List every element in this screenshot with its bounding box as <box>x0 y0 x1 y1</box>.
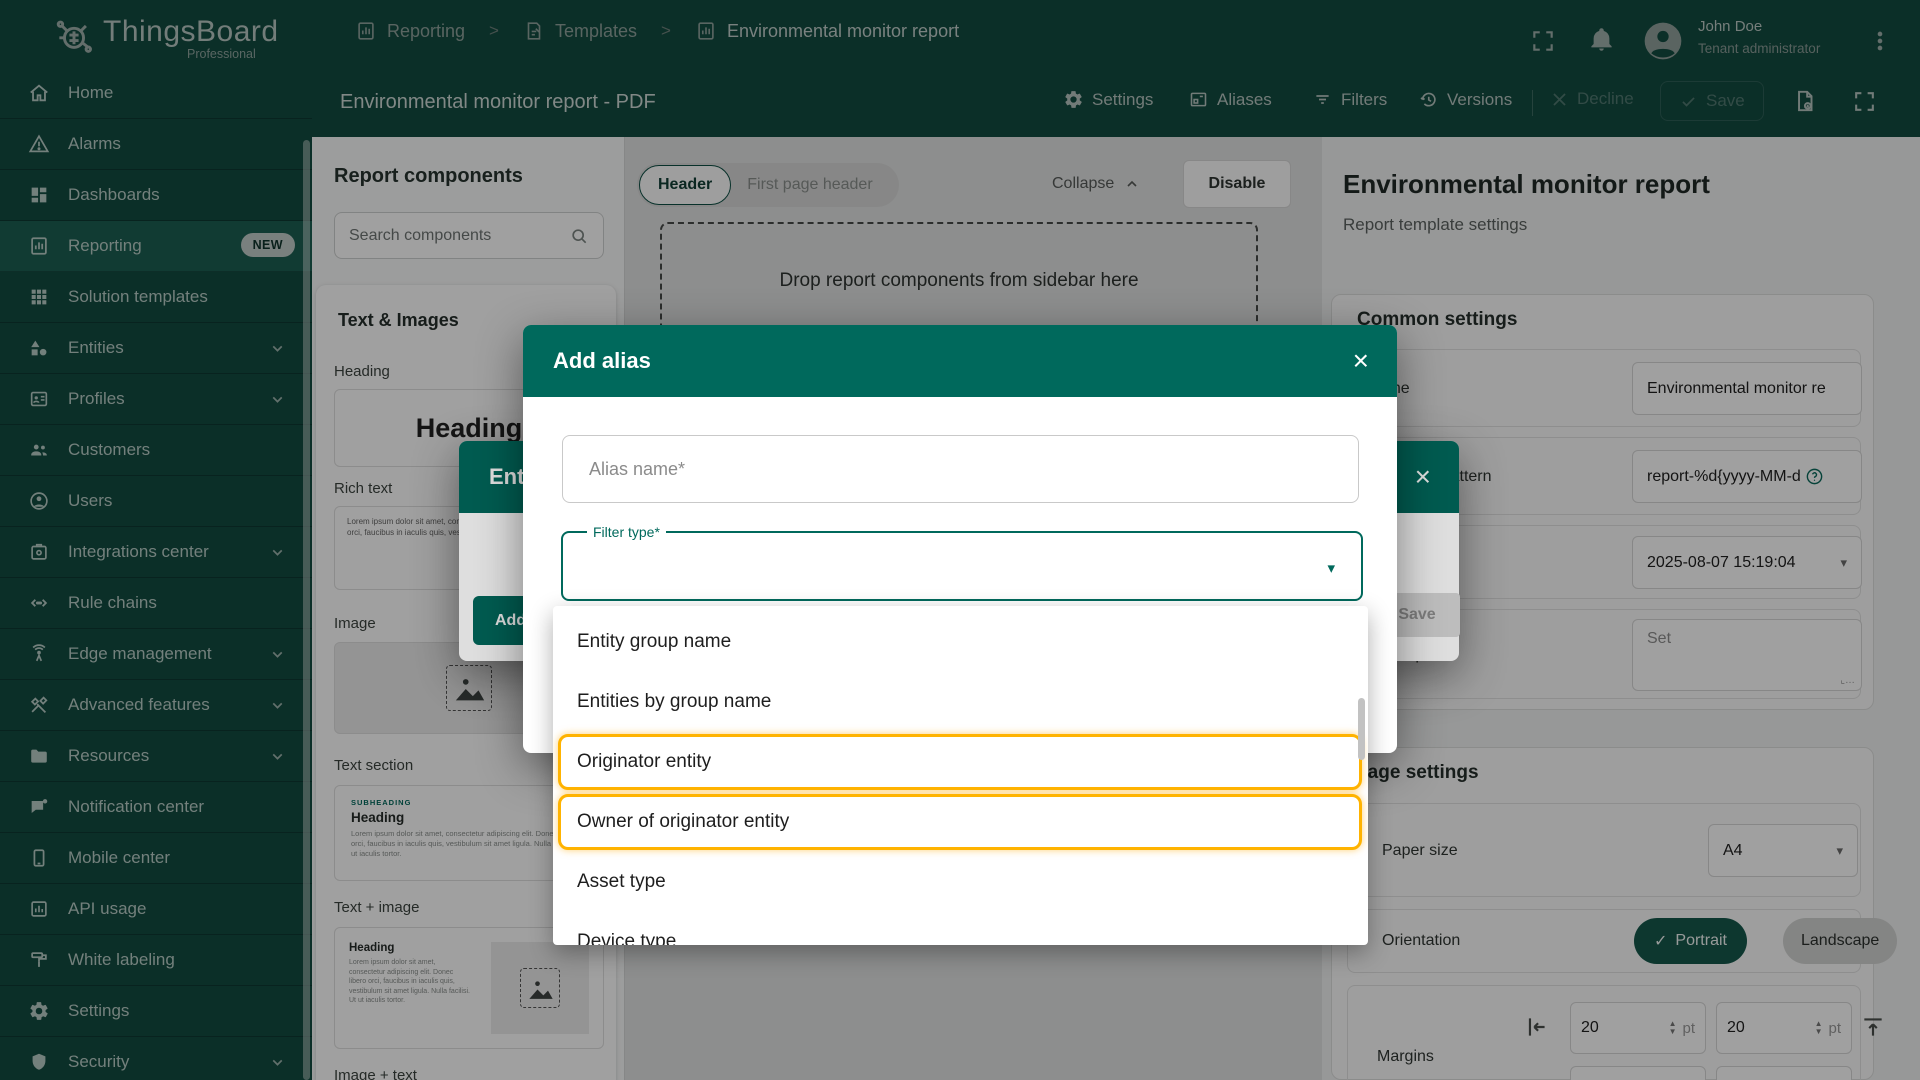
close-icon[interactable]: × <box>1353 347 1369 375</box>
filter-type-select[interactable]: Filter type* ▾ <box>561 531 1363 601</box>
option-device-type[interactable]: Device type <box>553 912 1368 945</box>
dropdown-caret-icon: ▾ <box>1327 559 1335 577</box>
option-asset-type[interactable]: Asset type <box>553 852 1368 912</box>
add-alias-title: Add alias <box>553 348 651 374</box>
dropdown-scrollbar[interactable] <box>1358 698 1365 760</box>
alias-name-input[interactable] <box>562 435 1359 503</box>
option-originator-entity[interactable]: Originator entity <box>553 732 1368 792</box>
add-alias-header: Add alias × <box>523 325 1397 397</box>
filter-type-options: Entity group name Entities by group name… <box>553 606 1368 945</box>
option-owner-of-originator-entity[interactable]: Owner of originator entity <box>553 792 1368 852</box>
option-entity-group-name[interactable]: Entity group name <box>553 612 1368 672</box>
filter-type-label: Filter type* <box>587 524 666 540</box>
option-entities-by-group-name[interactable]: Entities by group name <box>553 672 1368 732</box>
app: ThingsBoard Professional Reporting > Tem… <box>0 0 1920 1080</box>
